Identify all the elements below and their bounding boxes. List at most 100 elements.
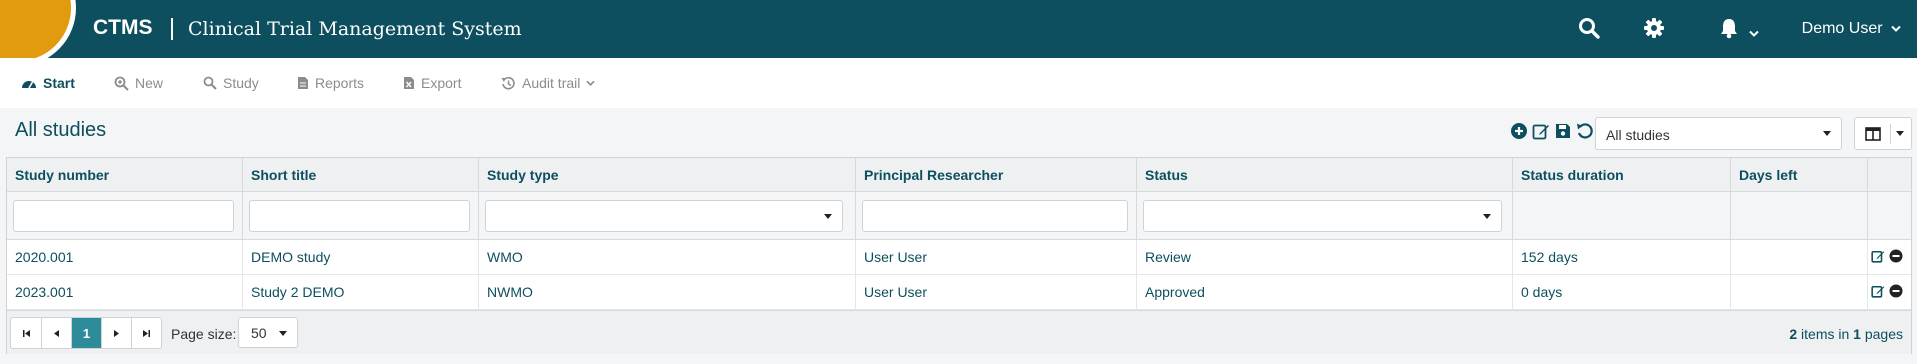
document-icon [298,77,308,89]
pager-buttons: 1 [10,317,162,349]
gear-icon[interactable] [1643,17,1665,44]
column-header-status-duration[interactable]: Status duration [1512,158,1730,192]
column-chooser-button[interactable] [1854,117,1912,150]
filter-cell [7,192,242,240]
search-icon[interactable] [1578,17,1600,44]
pages-text: pages [1864,326,1903,342]
undo-icon[interactable] [1576,122,1594,140]
toolbar-export-label: Export [421,75,462,91]
toolbar-new[interactable]: New [114,75,163,91]
column-header-principal-researcher[interactable]: Principal Researcher [855,158,1136,192]
toolbar-audit-trail[interactable]: Audit trail [501,75,595,91]
column-header-status[interactable]: Status [1136,158,1512,192]
remove-icon[interactable] [1889,284,1903,298]
caret-down-icon [1823,131,1831,136]
status-filter[interactable] [1143,200,1502,232]
caret-down-icon [279,331,287,336]
cell-status-duration: 152 days [1512,240,1730,275]
search-icon [203,76,217,90]
user-name: Demo User [1801,20,1883,37]
last-page-button[interactable] [131,318,161,348]
toolbar-reports-label: Reports [315,75,365,91]
column-header-actions [1867,158,1911,192]
history-icon [501,76,515,90]
row-actions [1871,284,1903,298]
pager: 1 Page size: 50 2 items in 1 pages [7,310,1911,354]
zoom-in-icon [114,76,129,91]
cell-short-title: DEMO study [242,240,478,275]
caret-down-icon [824,214,832,219]
toolbar-study-label: Study [223,75,259,91]
column-header-study-number[interactable]: Study number [7,158,242,192]
toolbar-new-label: New [135,75,164,91]
cell-study-type: WMO [478,240,855,275]
prev-page-button[interactable] [41,318,71,348]
study-number-filter[interactable] [13,200,234,232]
view-select-value: All studies [1606,127,1670,143]
caret-down-icon[interactable] [1896,131,1904,136]
column-header-study-type[interactable]: Study type [478,158,855,192]
studies-grid: Study number Short title Study type Prin… [6,157,1912,354]
table-row[interactable]: 2023.001 Study 2 DEMO NWMO User User App… [7,275,1911,310]
page-title: All studies [15,119,107,141]
cell-study-number: 2020.001 [15,249,74,265]
cell-principal-researcher: User User [855,275,1136,310]
filter-cell [1730,192,1867,240]
caret-right-icon [114,329,119,337]
column-header-days-left[interactable]: Days left [1730,158,1867,192]
items-count: 2 [1789,326,1798,342]
toolbar-study[interactable]: Study [203,75,259,91]
pages-count: 1 [1853,326,1861,342]
next-page-button[interactable] [101,318,131,348]
columns-icon [1865,127,1881,141]
app-subtitle: Clinical Trial Management System [188,18,522,40]
dashboard-icon [22,81,36,89]
filter-cell [855,192,1136,240]
page-button-current[interactable]: 1 [71,318,101,348]
chevron-down-icon [1891,25,1901,32]
edit-icon[interactable] [1871,284,1885,298]
page-size-select[interactable]: 50 [238,317,298,348]
principal-researcher-filter[interactable] [862,200,1128,232]
short-title-filter[interactable] [249,200,470,232]
user-menu[interactable]: Demo User [1802,20,1901,38]
toolbar-export[interactable]: Export [403,75,461,91]
first-page-button[interactable] [11,318,41,348]
cell-status-duration: 0 days [1512,275,1730,310]
items-text: items in [1801,326,1850,342]
table-row[interactable]: 2020.001 DEMO study WMO User User Review… [7,240,1911,275]
chevron-down-icon[interactable] [1749,25,1759,43]
last-page-icon [143,329,150,337]
caret-left-icon [54,329,59,337]
edit-icon[interactable] [1871,249,1885,263]
filter-cell [478,192,855,240]
cell-study-number: 2023.001 [15,284,74,300]
add-icon[interactable] [1510,122,1528,140]
save-icon[interactable] [1554,122,1572,140]
toolbar-start-label: Start [43,75,75,91]
grid-header: Study number Short title Study type Prin… [7,158,1911,192]
top-bar: CTMS Clinical Trial Management System De… [0,0,1917,58]
app-brand[interactable]: CTMS [93,16,153,40]
page-size-value: 50 [251,325,267,341]
page-size-label: Page size: [171,326,237,342]
study-type-filter[interactable] [485,200,843,232]
toolbar: Start New Study Reports Export Audit tra… [0,58,1917,108]
caret-down-icon [1483,214,1491,219]
edit-icon[interactable] [1532,122,1550,140]
column-header-short-title[interactable]: Short title [242,158,478,192]
chevron-down-icon [586,80,595,86]
filter-cell [1867,192,1911,240]
excel-icon [404,77,414,89]
bell-icon[interactable] [1719,17,1739,44]
toolbar-start[interactable]: Start [21,75,75,91]
logo-mark [0,0,76,58]
cell-days-left [1730,275,1867,310]
view-select[interactable]: All studies [1595,117,1842,150]
cell-status: Review [1136,240,1512,275]
cell-status: Approved [1136,275,1512,310]
remove-icon[interactable] [1889,249,1903,263]
view-actions [1510,122,1594,140]
toolbar-reports[interactable]: Reports [297,75,364,91]
first-page-icon [22,329,30,337]
